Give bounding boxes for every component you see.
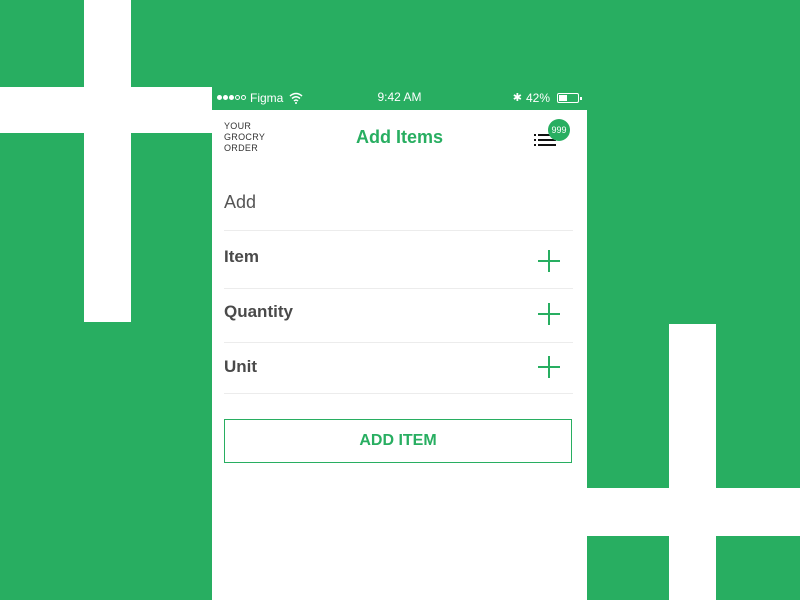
page-title: Add Items — [355, 127, 443, 147]
battery-level — [559, 94, 567, 101]
divider — [224, 230, 573, 231]
add-item-button[interactable]: ADD ITEM — [224, 419, 572, 463]
notification-badge: 999 — [548, 119, 570, 141]
divider — [224, 393, 573, 394]
background-cross-vertical — [84, 0, 131, 322]
app-header: YOUR GROCRY ORDER Add Items 999 — [212, 110, 587, 160]
section-label: Add — [224, 192, 257, 212]
bluetooth-icon: ✱ — [512, 92, 522, 104]
add-quantity-plus-icon[interactable] — [538, 303, 560, 325]
add-item-plus-icon[interactable] — [538, 250, 560, 272]
battery-icon — [557, 92, 582, 103]
battery-percent: 42% — [525, 90, 550, 105]
divider — [224, 342, 573, 343]
phone-screen: Figma 9:42 AM ✱ 42% YOUR GROCRY ORDER Ad… — [212, 85, 587, 600]
add-unit-plus-icon[interactable] — [538, 356, 560, 378]
quantity-label: Quantity — [224, 302, 293, 321]
background-cross-vertical — [669, 324, 716, 600]
background-cross-horizontal — [0, 87, 212, 133]
background-cross-horizontal — [587, 488, 800, 536]
item-label: Item — [224, 247, 259, 266]
unit-label: Unit — [224, 357, 258, 376]
status-bar: Figma 9:42 AM ✱ 42% — [212, 85, 587, 110]
divider — [224, 288, 573, 289]
